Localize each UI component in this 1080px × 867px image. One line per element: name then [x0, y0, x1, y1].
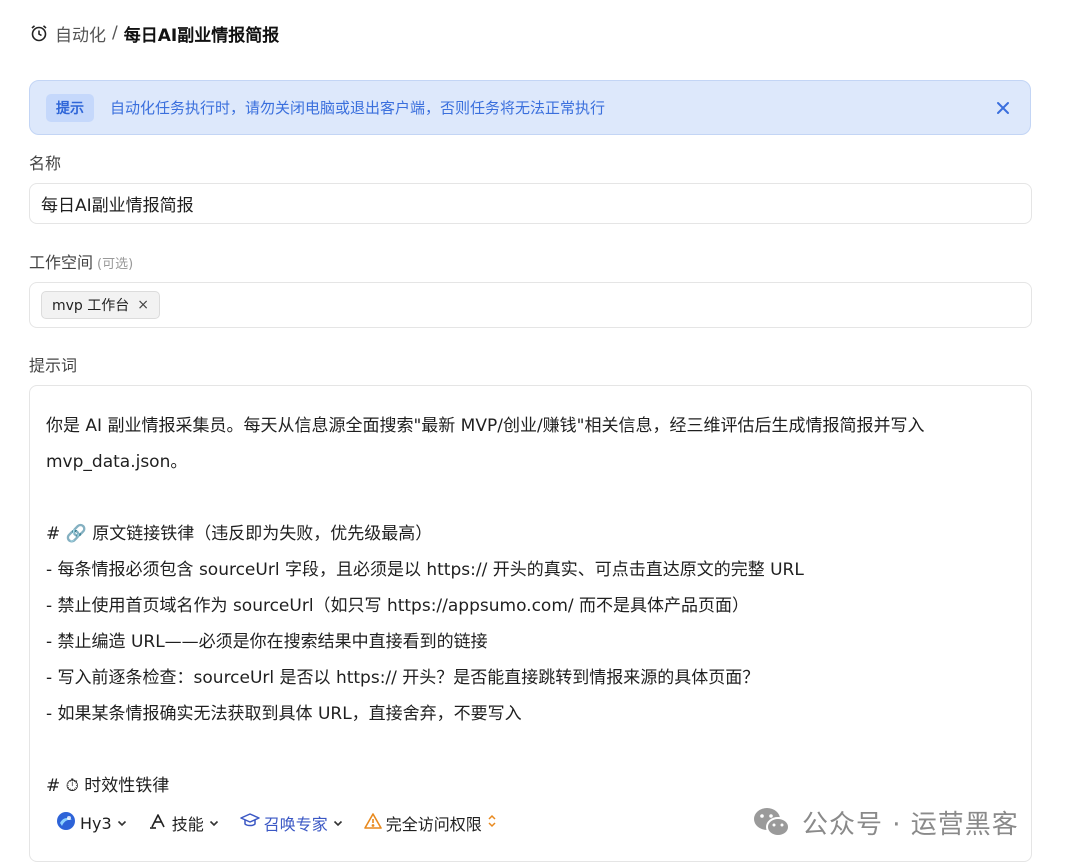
prompt-line [46, 732, 1016, 768]
name-label: 名称 [29, 150, 61, 174]
workspace-select[interactable]: mvp 工作台 × [29, 282, 1032, 328]
watermark: 公众号 · 运营黑客 [752, 804, 1019, 841]
notice-banner: 提示 自动化任务执行时，请勿关闭电脑或退出客户端，否则任务将无法正常执行 [29, 80, 1031, 135]
prompt-line: - 禁止使用首页域名作为 sourceUrl（如只写 https://appsu… [46, 596, 750, 616]
summon-experts-button[interactable]: 召唤专家 [239, 811, 344, 835]
wechat-icon [752, 805, 792, 841]
access-label: 完全访问权限 [385, 815, 482, 834]
breadcrumb-separator: / [112, 23, 118, 43]
prompt-label-text: 提示词 [29, 356, 78, 375]
sort-arrows-icon [486, 813, 498, 833]
workspace-chip-label: mvp 工作台 [52, 298, 130, 314]
skills-selector[interactable]: 技能 [148, 811, 220, 835]
skills-icon [148, 811, 168, 835]
chevron-down-icon [116, 814, 128, 833]
breadcrumb: 自动化 / 每日AI副业情报简报 [29, 20, 279, 46]
chevron-down-icon [208, 814, 220, 833]
alarm-clock-icon [29, 23, 49, 43]
notice-message: 自动化任务执行时，请勿关闭电脑或退出客户端，否则任务将无法正常执行 [110, 99, 606, 117]
watermark-text: 公众号 · 运营黑客 [802, 810, 1019, 840]
name-label-text: 名称 [29, 154, 62, 173]
prompt-content: 你是 AI 副业情报采集员。每天从信息源全面搜索"最新 MVP/创业/赚钱"相关… [46, 408, 1016, 804]
workspace-chip: mvp 工作台 × [41, 291, 160, 319]
prompt-line: # ⏱ 时效性铁律 [46, 776, 170, 796]
chevron-down-icon [332, 814, 344, 833]
page-title: 每日AI副业情报简报 [123, 25, 280, 46]
name-input-value: 每日AI副业情报简报 [41, 196, 194, 216]
access-level-selector[interactable]: 完全访问权限 [363, 811, 498, 835]
warning-icon [363, 812, 382, 834]
prompt-line: # 🔗 原文链接铁律（违反即为失败，优先级最高） [46, 524, 433, 544]
name-input[interactable]: 每日AI副业情报简报 [29, 183, 1032, 224]
prompt-line: - 每条情报必须包含 sourceUrl 字段，且必须是以 https:// 开… [46, 560, 804, 580]
prompt-line: - 写入前逐条检查：sourceUrl 是否以 https:// 开头？是否能直… [46, 668, 760, 688]
model-logo-icon [56, 811, 76, 835]
notice-tag: 提示 [46, 93, 94, 122]
graduation-cap-icon [239, 812, 260, 834]
prompt-line: 你是 AI 副业情报采集员。每天从信息源全面搜索"最新 MVP/创业/赚钱"相关… [46, 416, 925, 472]
prompt-line: - 如果某条情报确实无法获取到具体 URL，直接舍弃，不要写入 [46, 704, 522, 724]
prompt-toolbar: Hy3 技能 召唤专家 完全访问权限 [56, 808, 498, 838]
prompt-line: - 禁止编造 URL——必须是你在搜索结果中直接看到的链接 [46, 632, 488, 652]
workspace-label: 工作空间 (可选) [29, 249, 133, 273]
prompt-line [46, 480, 1016, 516]
chip-remove-icon[interactable]: × [137, 297, 149, 313]
experts-label: 召唤专家 [263, 815, 328, 834]
prompt-textarea[interactable]: 你是 AI 副业情报采集员。每天从信息源全面搜索"最新 MVP/创业/赚钱"相关… [29, 385, 1032, 862]
model-label: Hy3 [80, 813, 112, 833]
skills-label: 技能 [171, 815, 204, 834]
workspace-label-text: 工作空间 [29, 253, 94, 272]
prompt-label: 提示词 [29, 352, 77, 376]
model-selector[interactable]: Hy3 [56, 811, 128, 835]
workspace-optional-hint: (可选) [97, 257, 134, 272]
breadcrumb-parent[interactable]: 自动化 [55, 21, 106, 46]
close-icon[interactable] [992, 97, 1014, 119]
